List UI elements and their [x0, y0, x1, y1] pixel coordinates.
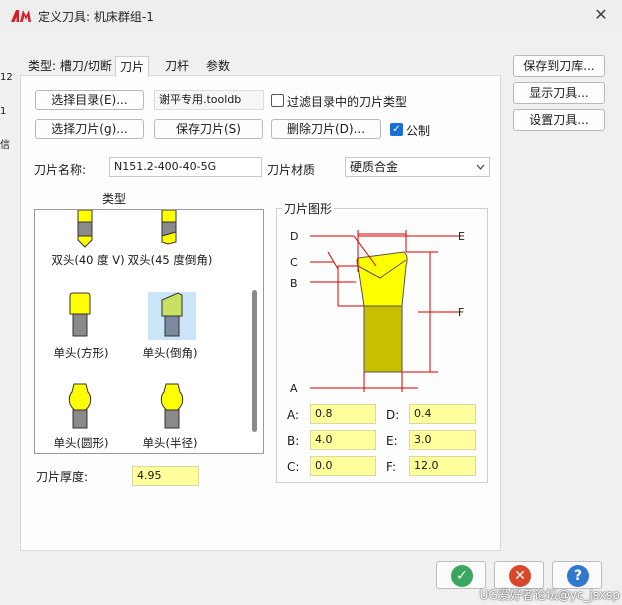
param-b-label: B: — [287, 434, 300, 448]
insert-shape-icon — [69, 292, 91, 337]
window-title: 定义刀具: 机床群组-1 — [38, 10, 154, 24]
param-f-input[interactable]: 12.0 — [409, 456, 476, 476]
type-list-title: 类型 — [102, 192, 127, 206]
dim-letter-e: E — [458, 230, 465, 243]
param-c-label: C: — [287, 460, 300, 474]
close-icon[interactable]: ✕ — [590, 4, 612, 26]
list-item-single-round[interactable]: 单头(圆形) — [35, 382, 129, 453]
list-item-double-45-chamfer[interactable]: 双头(45 度倒角) — [122, 210, 218, 278]
help-button[interactable]: ? — [552, 561, 602, 589]
delete-insert-button[interactable]: 删除刀片(D)... — [271, 119, 381, 139]
param-b-input[interactable]: 4.0 — [310, 430, 376, 450]
param-d-input[interactable]: 0.4 — [409, 404, 476, 424]
cancel-x-icon: ✕ — [509, 565, 531, 587]
tab-type[interactable]: 类型: 槽刀/切断 — [24, 56, 116, 76]
filter-label: 过滤目录中的刀片类型 — [287, 95, 408, 109]
show-tool-button[interactable]: 显示刀具... — [513, 82, 605, 104]
material-select[interactable]: 硬质合金 — [345, 157, 490, 177]
background-fragment: 12 — [0, 72, 13, 83]
tab-holder[interactable]: 刀杆 — [161, 56, 193, 76]
material-value: 硬质合金 — [350, 160, 399, 174]
insert-name-label: 刀片名称: — [34, 163, 87, 177]
save-to-library-button[interactable]: 保存到刀库... — [513, 55, 605, 77]
dim-letter-d: D — [290, 230, 298, 243]
dim-letter-c: C — [290, 256, 298, 269]
param-d-label: D: — [386, 408, 400, 422]
insert-name-input[interactable]: N151.2-400-40-5G — [109, 157, 262, 177]
param-e-label: E: — [386, 434, 398, 448]
insert-type-list[interactable]: 双头(40 度 V) 双头(45 度倒角) 单头(方形) 单头(倒角) 单头(圆 — [34, 209, 264, 454]
help-icon: ? — [567, 565, 589, 587]
select-directory-button[interactable]: 选择目录(E)... — [35, 90, 144, 110]
directory-field: 谢平专用.tooldb — [154, 90, 264, 110]
list-item-single-square[interactable]: 单头(方形) — [35, 292, 129, 362]
param-c-input[interactable]: 0.0 — [310, 456, 376, 476]
insert-shape-icon — [160, 383, 184, 429]
material-label: 刀片材质 — [267, 163, 316, 177]
select-insert-button[interactable]: 选择刀片(g)... — [35, 119, 144, 139]
tab-insert[interactable]: 刀片 — [115, 56, 150, 77]
app-logo-icon — [11, 10, 31, 22]
param-a-label: A: — [287, 408, 300, 422]
param-a-input[interactable]: 0.8 — [310, 404, 376, 424]
tab-parameters[interactable]: 参数 — [202, 56, 234, 76]
list-item-label: 单头(半径) — [142, 436, 198, 450]
list-item-label: 双头(45 度倒角) — [127, 253, 213, 267]
insert-shape-icon — [77, 210, 93, 248]
thickness-label: 刀片厚度: — [36, 470, 89, 484]
filter-checkbox[interactable] — [271, 94, 284, 107]
save-insert-button[interactable]: 保存刀片(S) — [154, 119, 263, 139]
insert-shape-icon — [68, 383, 92, 429]
list-item-single-chamfer[interactable]: 单头(倒角) — [122, 292, 218, 362]
list-item-single-radius[interactable]: 单头(半径) — [122, 382, 218, 453]
list-scrollbar[interactable] — [252, 290, 257, 432]
dim-letter-a: A — [290, 382, 298, 395]
ok-button[interactable]: ✓ — [436, 561, 486, 589]
param-e-input[interactable]: 3.0 — [409, 430, 476, 450]
watermark: UG爱好者论坛@yc_jsxsp — [479, 588, 620, 602]
thickness-input[interactable]: 4.95 — [132, 466, 199, 486]
list-item-label: 单头(倒角) — [142, 346, 198, 360]
list-item-label: 单头(圆形) — [53, 436, 109, 450]
list-item-label: 单头(方形) — [53, 346, 109, 360]
metric-checkbox[interactable]: ✓ — [390, 123, 403, 136]
background-fragment: 1 — [0, 106, 7, 117]
insert-graphic-title: 刀片图形 — [282, 200, 335, 217]
chevron-down-icon — [476, 164, 485, 170]
checkmark-icon: ✓ — [451, 565, 473, 587]
insert-shape-icon — [161, 210, 177, 245]
dim-letter-f: F — [458, 306, 464, 319]
dim-letter-b: B — [290, 277, 298, 290]
metric-label: 公制 — [406, 124, 431, 138]
setup-tool-button[interactable]: 设置刀具... — [513, 109, 605, 131]
insert-shape-icon — [161, 292, 183, 337]
insert-dimension-diagram: D C B A E F — [290, 230, 465, 395]
background-fragment: 信 — [0, 140, 10, 151]
param-f-label: F: — [386, 460, 397, 474]
cancel-button[interactable]: ✕ — [494, 561, 544, 589]
